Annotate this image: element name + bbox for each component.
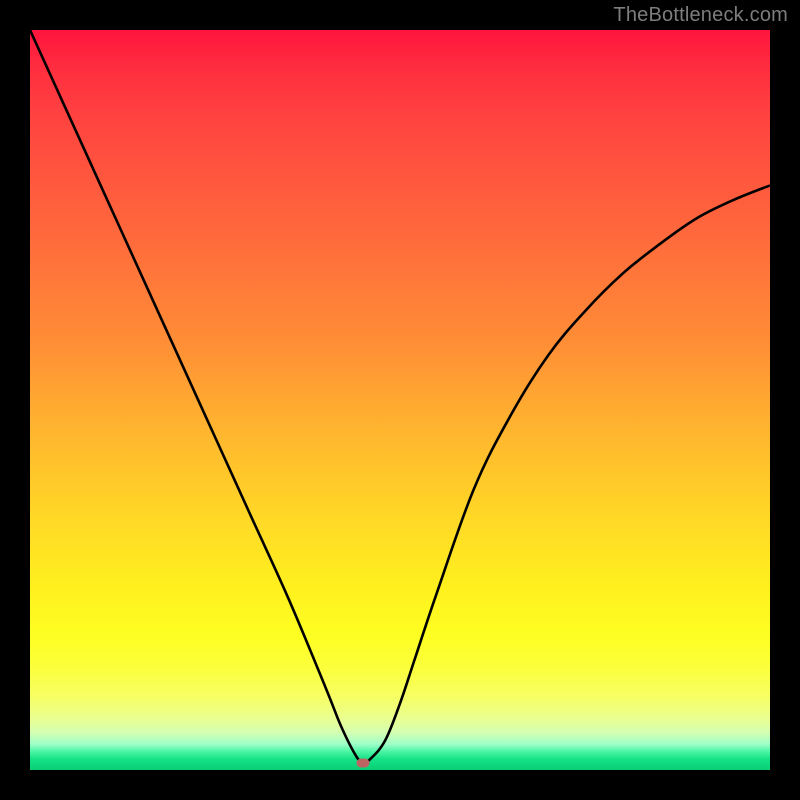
watermark-text: TheBottleneck.com xyxy=(613,4,788,27)
bottleneck-curve xyxy=(30,30,770,770)
curve-path xyxy=(30,30,770,763)
chart-frame: TheBottleneck.com xyxy=(0,0,800,800)
plot-area xyxy=(30,30,770,770)
minimum-marker xyxy=(357,758,370,767)
